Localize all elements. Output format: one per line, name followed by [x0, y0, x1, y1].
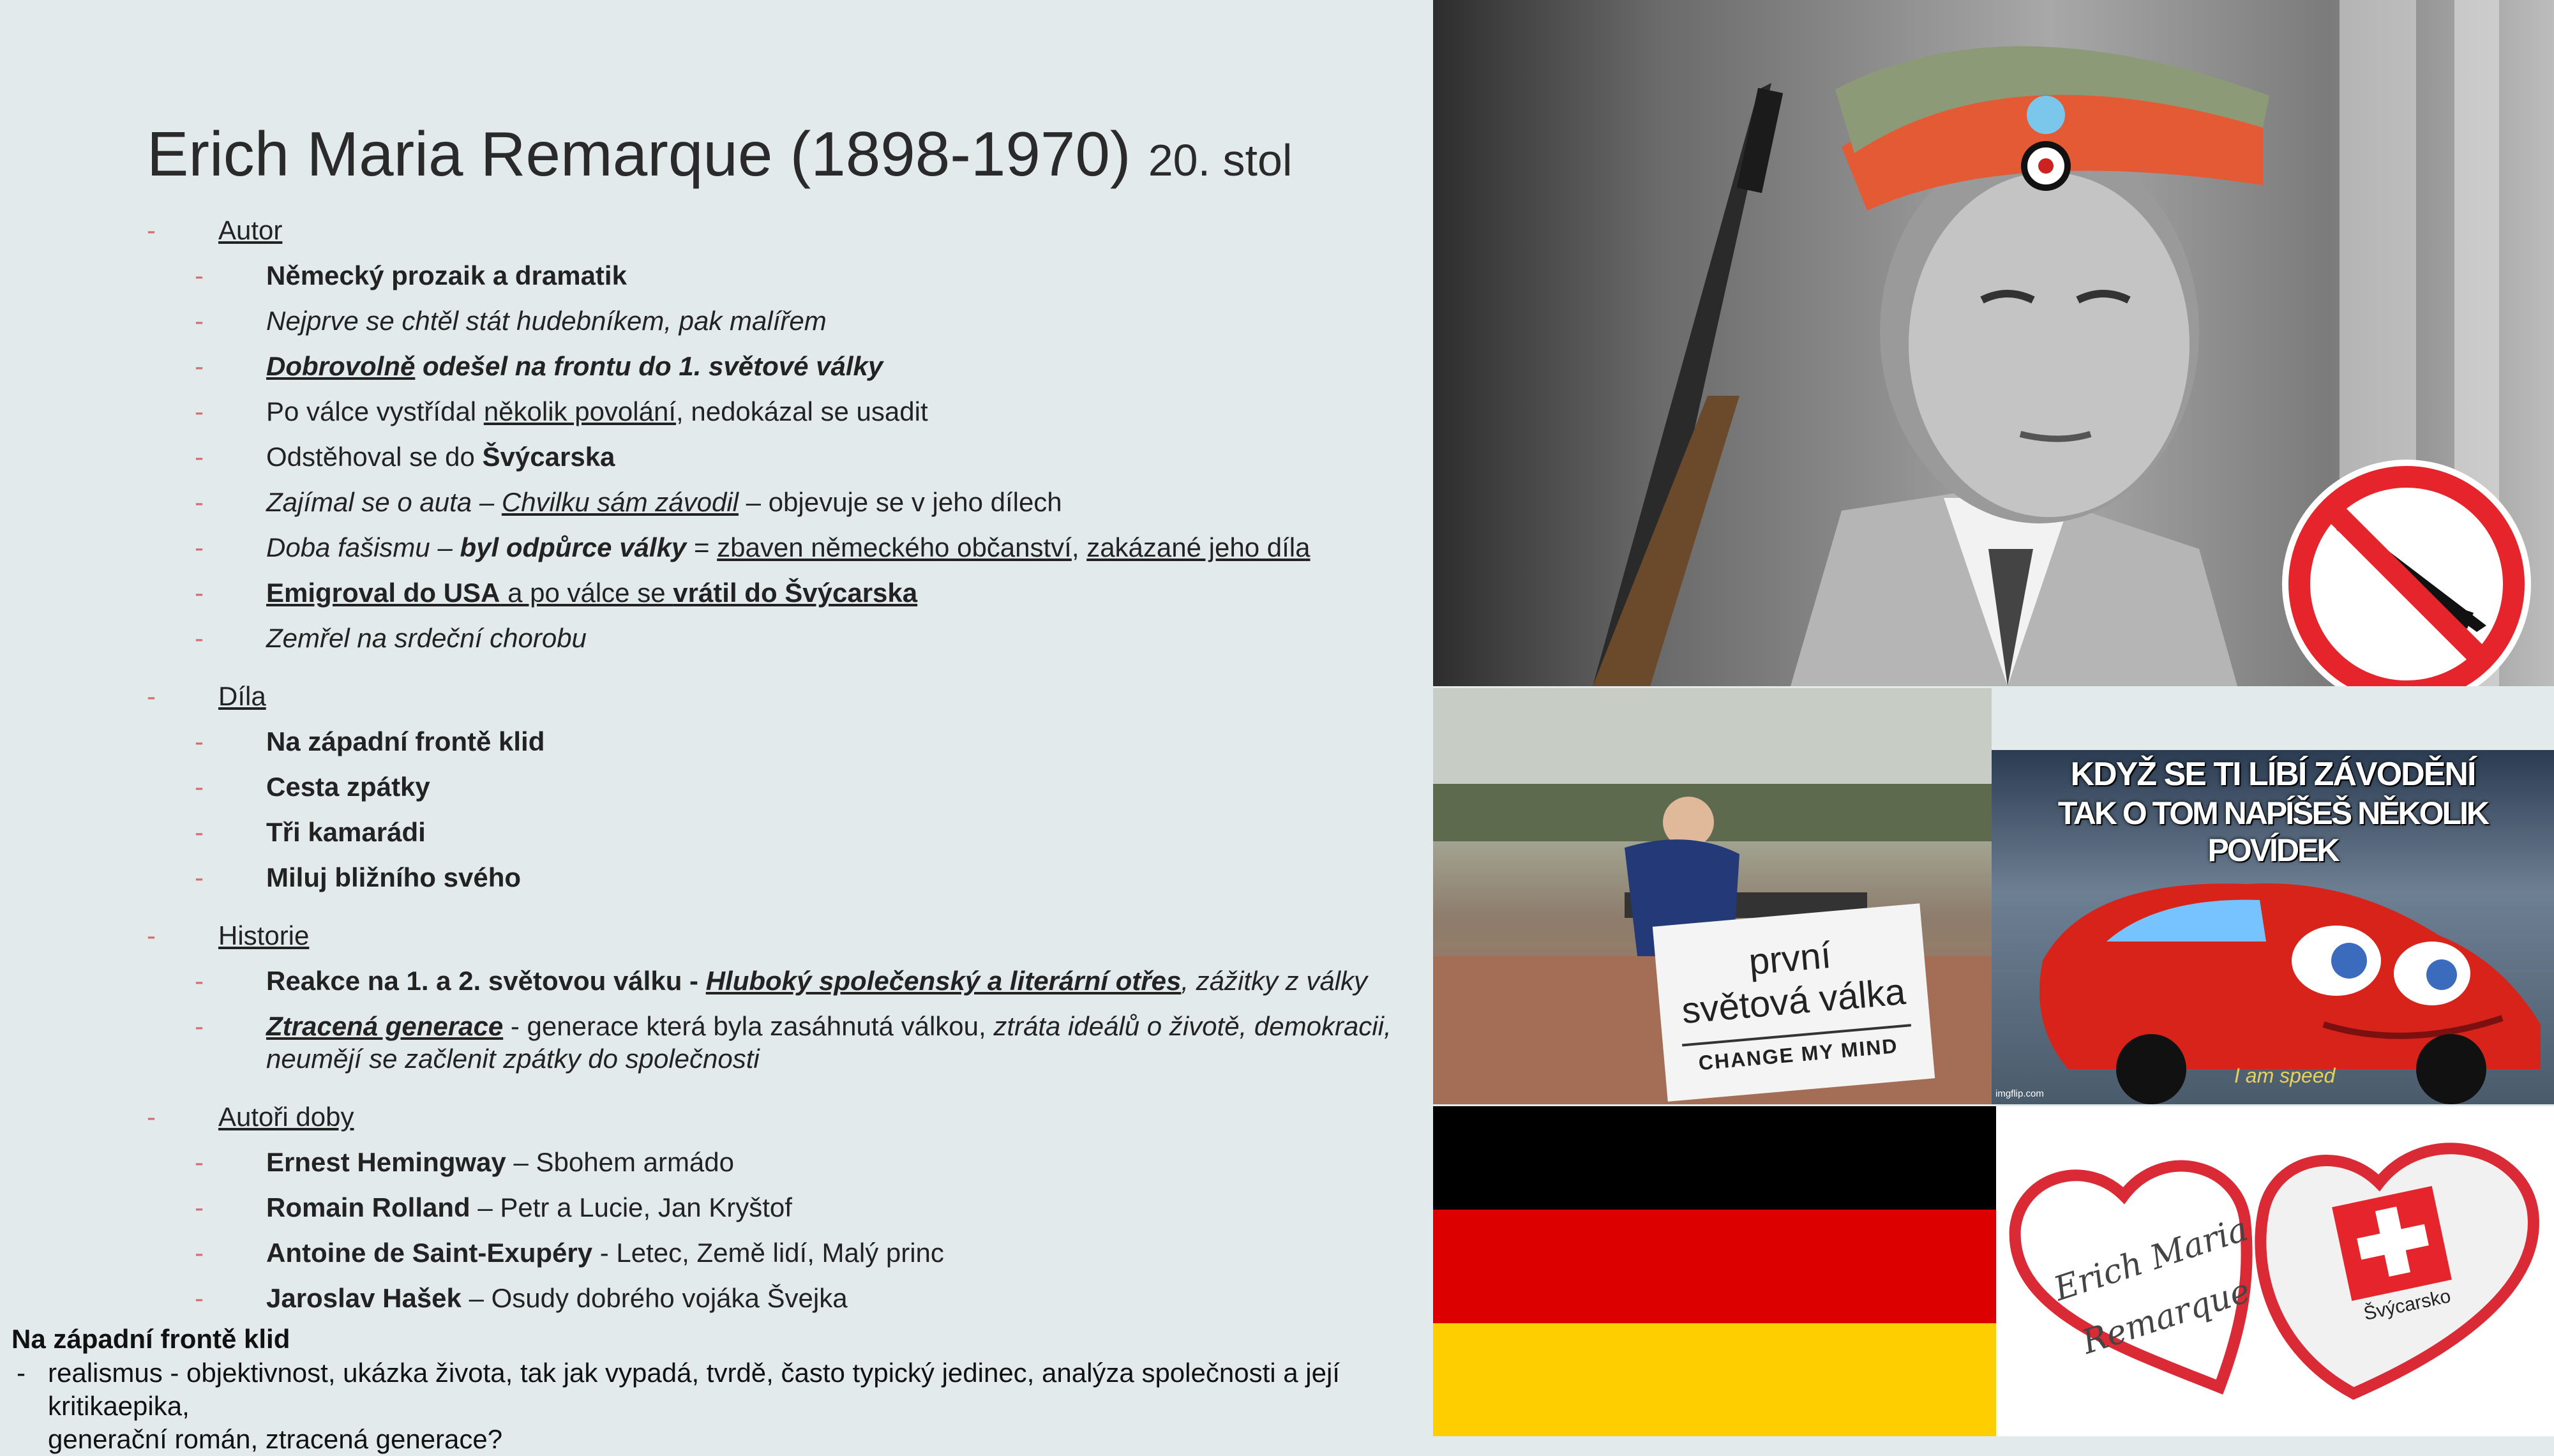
no-gun-icon: [2288, 466, 2525, 686]
section-historie-heading: - Historie: [147, 920, 310, 950]
flag-stripe-black: [1433, 1106, 1996, 1210]
flag-stripe-red: [1433, 1210, 1996, 1323]
hearts-image: Erich Maria Remarque Švýcarsko: [1996, 1106, 2554, 1436]
title-suffix: 20. stol: [1148, 135, 1293, 185]
bottom-line-2: generační román, ztracená generace?: [48, 1424, 503, 1454]
list-item: - Cesta zpátky: [195, 772, 430, 802]
list-item: - Nejprve se chtěl stát hudebníkem, pak m…: [195, 306, 827, 336]
list-item: - Tři kamarádi: [195, 817, 426, 847]
imgflip-watermark: imgflip.com: [1995, 1088, 2044, 1099]
list-item: - Odstěhoval se do Švýcarska: [195, 442, 615, 472]
list-item: - Dobrovolně odešel na frontu do 1. světo…: [195, 351, 883, 381]
list-item: - Na západní frontě klid: [195, 726, 545, 756]
german-flag: [1433, 1106, 1996, 1436]
list-item: - Romain Rolland – Petr a Lucie, Jan Kryš…: [195, 1192, 792, 1222]
no-guns-sign: [2282, 460, 2531, 686]
list-item: - Emigroval do USA a po válce se vrátil d…: [195, 578, 918, 608]
slide-title: Erich Maria Remarque (1898-1970) 20. sto…: [147, 118, 1292, 190]
list-item: - Německý prozaik a dramatik: [195, 260, 627, 290]
list-item: - Jaroslav Hašek – Osudy dobrého vojáka Š…: [195, 1283, 848, 1313]
list-item: - Ernest Hemingway – Sbohem armádo: [195, 1147, 735, 1177]
list-item: - Antoine de Saint-Exupéry - Letec, Země …: [195, 1238, 944, 1268]
cars-quote: I am speed: [2234, 1064, 2336, 1087]
list-item: - Reakce na 1. a 2. světovou válku - Hlub…: [195, 966, 1368, 996]
bottom-heading: Na západní frontě klid: [11, 1324, 290, 1354]
portrait-photo: [1433, 0, 2554, 686]
meme-sign: první světová válka CHANGE MY MIND: [1652, 903, 1935, 1102]
cars-caption-1: KDYŽ SE TI LÍBÍ ZÁVODĚNÍ: [2070, 756, 2477, 793]
cars-caption-2: TAK O TOM NAPÍŠEŠ NĚKOLIK POVÍDEK: [2057, 795, 2490, 868]
slide-content: - Autor - Německý prozaik a dramatik - Nejp…: [144, 207, 1452, 1321]
section-dila-heading: - Díla: [147, 681, 266, 711]
title-main: Erich Maria Remarque (1898-1970): [147, 119, 1131, 189]
bottom-line-1: - realismus - objektivnost, ukázka života…: [17, 1358, 1340, 1421]
list-item: - Zemřel na srdeční chorobu: [195, 623, 587, 653]
list-item: - Zajímal se o auta – Chvilku sám závodil…: [195, 487, 1062, 517]
flag-stripe-gold: [1433, 1323, 1996, 1436]
change-my-mind-meme: první světová válka CHANGE MY MIND: [1433, 688, 1992, 1104]
bottom-notes: Na západní frontě klid - realismus - obje…: [11, 1321, 1480, 1456]
cars-meme: KDYŽ SE TI LÍBÍ ZÁVODĚNÍ TAK O TOM NAPÍŠ…: [1992, 750, 2554, 1104]
section-autor-heading: - Autor: [147, 215, 283, 245]
list-item: - Po válce vystřídal několik povolání, ne…: [195, 396, 928, 426]
list-item: - Ztracená generace - generace která byla…: [195, 1011, 1392, 1074]
section-autori-heading: - Autoři doby: [147, 1102, 354, 1132]
list-item: - Doba fašismu – byl odpůrce války = zbav…: [195, 532, 1311, 562]
list-item: - Miluj bližního svého: [195, 862, 521, 892]
